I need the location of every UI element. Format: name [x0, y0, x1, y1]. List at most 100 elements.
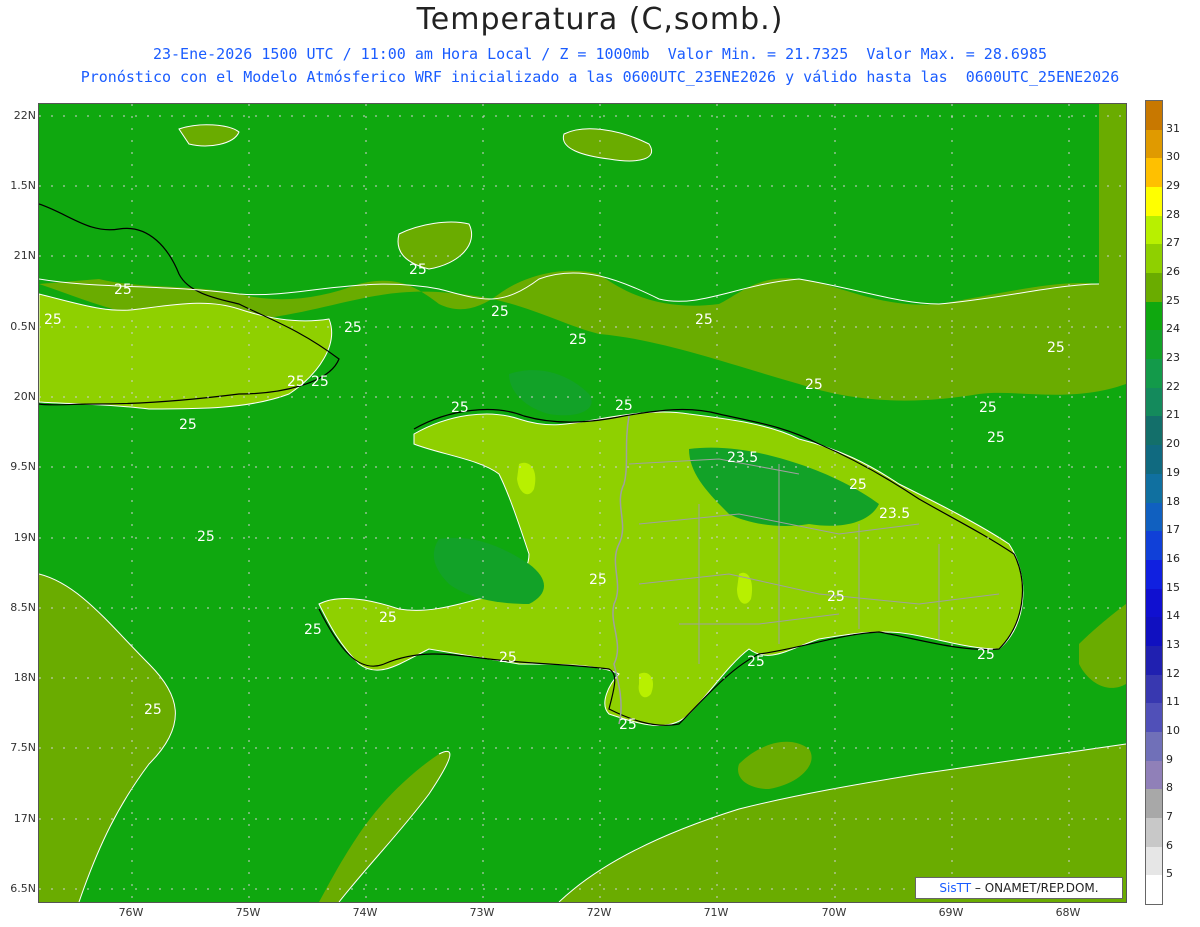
contour-label: 23.5: [879, 506, 910, 522]
colorbar-tick-label: 16: [1166, 551, 1180, 565]
colorbar-tick-label: 22: [1166, 379, 1180, 393]
colorbar-cell: [1146, 215, 1162, 245]
colorbar-cell: [1146, 817, 1162, 847]
lat-label: 19N: [13, 531, 36, 544]
contour-label: 25: [1047, 340, 1065, 356]
lon-label: 70W: [821, 906, 847, 919]
contour-label: 25: [114, 282, 132, 298]
colorbar-tick-label: 9: [1166, 752, 1173, 766]
lon-label: 72W: [586, 906, 612, 919]
colorbar-cell: [1146, 101, 1162, 130]
contour-label: 25: [197, 529, 215, 545]
colorbar-cell: [1146, 273, 1162, 303]
lon-label: 73W: [469, 906, 495, 919]
colorbar-tick-label: 10: [1166, 723, 1180, 737]
colorbar-tick-label: 25: [1166, 293, 1180, 307]
contour-label: 25: [451, 400, 469, 416]
contour-label: 23.5: [727, 450, 758, 466]
colorbar-tick-label: 12: [1166, 666, 1180, 680]
contour-label: 25: [987, 430, 1005, 446]
lon-label: 68W: [1055, 906, 1081, 919]
colorbar-cell: [1146, 387, 1162, 417]
lat-label: 1.5N: [10, 179, 36, 192]
contour-label: 25: [615, 398, 633, 414]
colorbar-cell: [1146, 760, 1162, 790]
colorbar-tick-label: 26: [1166, 265, 1180, 279]
credit-brand: SisTT: [939, 881, 972, 895]
colorbar-cell: [1146, 129, 1162, 159]
contour-label: 25: [589, 572, 607, 588]
colorbar-cell: [1146, 531, 1162, 561]
credit-box: SisTT – ONAMET/REP.DOM.: [915, 877, 1123, 899]
lon-label: 76W: [118, 906, 144, 919]
map-subtitle-model: Pronóstico con el Modelo Atmósferico WRF…: [80, 68, 1120, 86]
lon-label: 75W: [235, 906, 261, 919]
lat-label: 18N: [13, 671, 36, 684]
colorbar-cell: [1146, 559, 1162, 589]
contour-label: 25: [805, 377, 823, 393]
hot-spot-3: [638, 672, 654, 698]
lat-label: 17N: [13, 812, 36, 825]
colorbar-tick-label: 21: [1166, 408, 1180, 422]
colorbar-tick-label: 5: [1166, 867, 1173, 881]
colorbar-cell: [1146, 416, 1162, 446]
lat-label: 20N: [13, 390, 36, 403]
contour-label: 25: [499, 650, 517, 666]
colorbar-cell: [1146, 330, 1162, 360]
contour-label: 25: [747, 654, 765, 670]
colorbar-tick-label: 11: [1166, 695, 1180, 709]
colorbar-tick-label: 15: [1166, 580, 1180, 594]
credit-text: – ONAMET/REP.DOM.: [971, 881, 1099, 895]
colorbar-tick-label: 19: [1166, 465, 1180, 479]
colorbar-tick-label: 8: [1166, 781, 1173, 795]
lat-label: 21N: [13, 249, 36, 262]
lon-label: 71W: [703, 906, 729, 919]
colorbar-tick-label: 31: [1166, 121, 1180, 135]
contour-label: 25: [695, 312, 713, 328]
colorbar-tick-label: 18: [1166, 494, 1180, 508]
colorbar-tick-label: 28: [1166, 207, 1180, 221]
contour-label: 25: [491, 304, 509, 320]
colorbar-cell: [1146, 789, 1162, 819]
colorbar-tick-label: 6: [1166, 838, 1173, 852]
colorbar-cell: [1146, 645, 1162, 675]
colorbar-cell: [1146, 301, 1162, 331]
contour-label: 25: [304, 622, 322, 638]
contour-label: 25: [379, 610, 397, 626]
contour-label: 25: [977, 647, 995, 663]
colorbar-tick-label: 24: [1166, 322, 1180, 336]
colorbar-tick-label: 20: [1166, 437, 1180, 451]
contour-label: 25: [569, 332, 587, 348]
colorbar-tick-label: 17: [1166, 523, 1180, 537]
temperature-map: 25 25 25 25 25 25 25 25 25 25 25 25 25 2…: [38, 103, 1127, 903]
contour-label: 25: [409, 262, 427, 278]
contour-label: 25: [827, 589, 845, 605]
colorbar-cell: [1146, 875, 1162, 905]
contour-label: 25: [619, 717, 637, 733]
colorbar-cell: [1146, 617, 1162, 647]
contour-label: 25: [179, 417, 197, 433]
colorbar-cell: [1146, 244, 1162, 274]
lat-label: 22N: [13, 109, 36, 122]
lat-label: 0.5N: [10, 320, 36, 333]
colorbar-tick-label: 30: [1166, 150, 1180, 164]
contour-label: 25: [144, 702, 162, 718]
lon-label: 69W: [938, 906, 964, 919]
colorbar-cell: [1146, 846, 1162, 876]
map-subtitle-time: 23-Ene-2026 1500 UTC / 11:00 am Hora Loc…: [152, 45, 1048, 63]
colorbar-tick-label: 29: [1166, 179, 1180, 193]
colorbar-cell: [1146, 588, 1162, 618]
colorbar-cell: [1146, 445, 1162, 475]
contour-label: 25: [849, 477, 867, 493]
contour-label: 25: [344, 320, 362, 336]
colorbar-cell: [1146, 473, 1162, 503]
colorbar-cell: [1146, 731, 1162, 761]
colorbar-cell: [1146, 187, 1162, 217]
colorbar-cell: [1146, 158, 1162, 188]
contour-label: 25: [979, 400, 997, 416]
lat-label: 8.5N: [10, 601, 36, 614]
colorbar-tick-label: 23: [1166, 351, 1180, 365]
colorbar-cell: [1146, 703, 1162, 733]
colorbar-tick-label: 7: [1166, 809, 1173, 823]
contour-label: 25: [287, 374, 305, 390]
